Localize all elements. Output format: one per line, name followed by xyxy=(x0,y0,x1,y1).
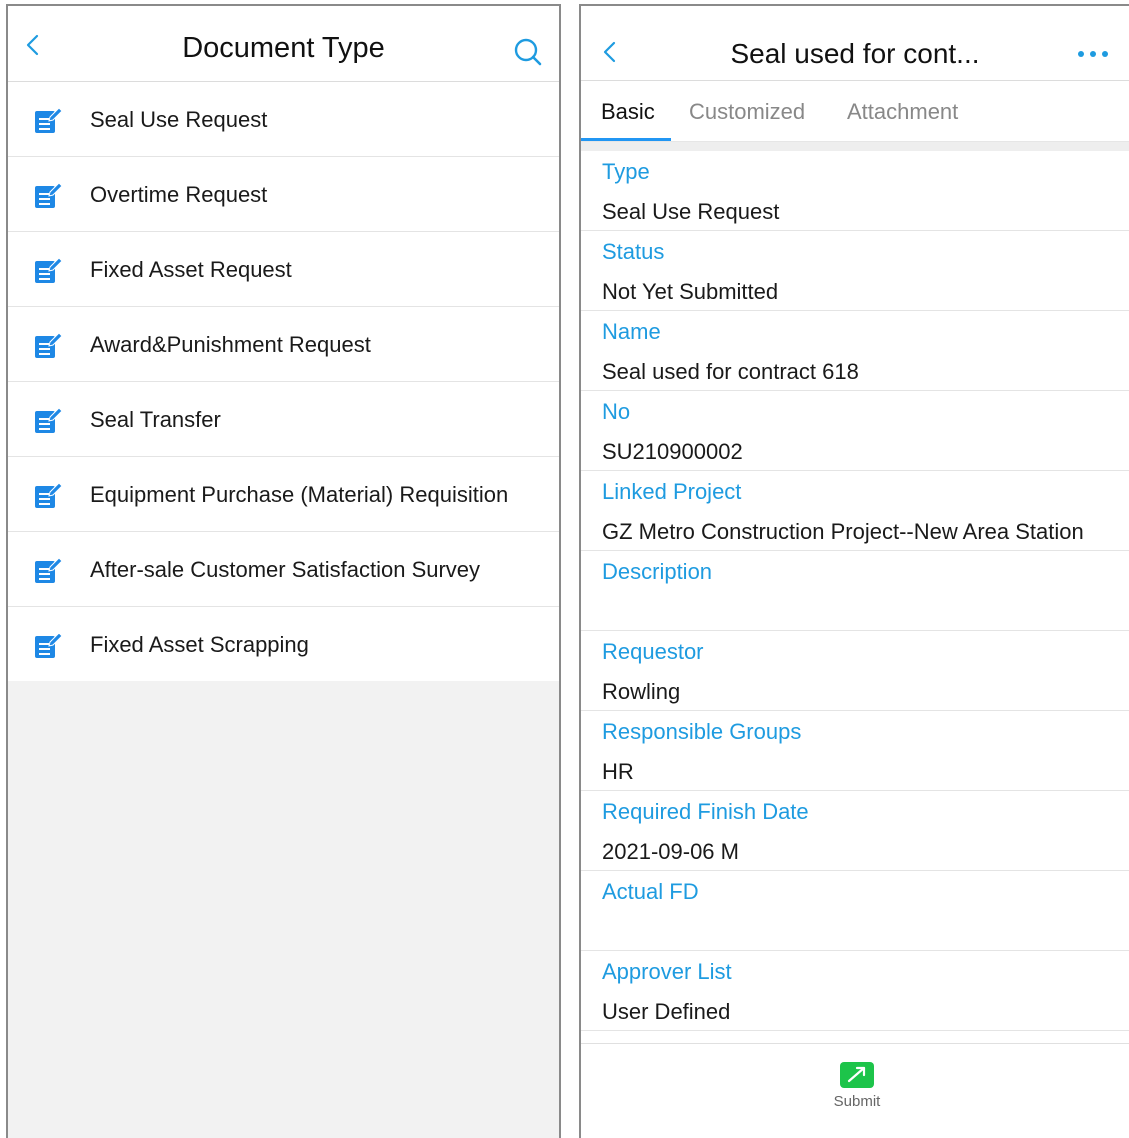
right-nav-bar: Seal used for cont... xyxy=(581,6,1129,81)
field-description[interactable]: Description xyxy=(581,551,1129,631)
document-detail-screen: Seal used for cont... Basic Customized A… xyxy=(579,4,1129,1138)
page-title: Seal used for cont... xyxy=(730,38,980,69)
document-edit-icon xyxy=(35,182,63,208)
field-label: Name xyxy=(602,319,661,344)
field-label: Status xyxy=(602,239,665,264)
document-type-item[interactable]: Award&Punishment Request xyxy=(8,307,559,382)
submit-button[interactable]: Submit xyxy=(817,1058,897,1118)
field-label: Actual FD xyxy=(602,879,699,904)
document-edit-icon xyxy=(35,482,63,508)
document-type-item[interactable]: Overtime Request xyxy=(8,157,559,232)
document-type-item[interactable]: Equipment Purchase (Material) Requisitio… xyxy=(8,457,559,532)
left-nav-bar: Document Type xyxy=(8,6,559,82)
submit-label: Submit xyxy=(833,1093,881,1110)
document-type-item[interactable]: Seal Transfer xyxy=(8,382,559,457)
document-type-label: Fixed Asset Scrapping xyxy=(90,632,309,657)
search-icon[interactable] xyxy=(513,37,543,67)
field-value: Rowling xyxy=(602,679,681,704)
field-label: Type xyxy=(602,159,650,184)
tab-basic[interactable]: Basic xyxy=(601,99,655,125)
section-divider xyxy=(581,141,1129,151)
document-edit-icon xyxy=(35,632,63,658)
empty-area xyxy=(8,681,559,1138)
document-type-item[interactable]: After-sale Customer Satisfaction Survey xyxy=(8,532,559,607)
field-value: HR xyxy=(602,759,634,784)
document-type-list: Seal Use Request Overtime Request Fixed … xyxy=(8,82,559,682)
field-linked-project[interactable]: Linked Project GZ Metro Construction Pro… xyxy=(581,471,1129,551)
document-type-item[interactable]: Seal Use Request xyxy=(8,82,559,157)
field-requestor[interactable]: Requestor Rowling xyxy=(581,631,1129,711)
field-label: Requestor xyxy=(602,639,704,664)
bottom-action-bar: Submit xyxy=(581,1043,1129,1138)
document-type-label: Fixed Asset Request xyxy=(90,257,292,282)
detail-fields: Type Seal Use Request Status Not Yet Sub… xyxy=(581,151,1129,1031)
document-type-label: After-sale Customer Satisfaction Survey xyxy=(90,557,481,582)
field-label: Responsible Groups xyxy=(602,719,802,744)
active-tab-indicator xyxy=(581,138,671,141)
document-edit-icon xyxy=(35,107,63,133)
tab-bar: Basic Customized Attachment xyxy=(581,81,1129,141)
field-label: Linked Project xyxy=(602,479,742,504)
field-value: 2021-09-06 M xyxy=(602,839,739,864)
document-edit-icon xyxy=(35,407,63,433)
document-type-label: Equipment Purchase (Material) Requisitio… xyxy=(90,482,509,507)
document-type-screen: Document Type Seal Use Request Overtime … xyxy=(6,4,561,1138)
tab-customized[interactable]: Customized xyxy=(689,99,805,125)
field-approver-list[interactable]: Approver List User Defined xyxy=(581,951,1129,1031)
field-status[interactable]: Status Not Yet Submitted xyxy=(581,231,1129,311)
field-value: SU210900002 xyxy=(602,439,743,464)
field-type[interactable]: Type Seal Use Request xyxy=(581,151,1129,231)
field-label: No xyxy=(602,399,631,424)
more-horizontal-icon[interactable] xyxy=(1075,44,1111,64)
document-edit-icon xyxy=(35,332,63,358)
chevron-left-icon[interactable] xyxy=(599,41,621,63)
field-value: Not Yet Submitted xyxy=(602,279,779,304)
page-title: Document Type xyxy=(182,32,385,64)
field-name[interactable]: Name Seal used for contract 618 xyxy=(581,311,1129,391)
field-label: Approver List xyxy=(602,959,732,984)
document-type-label: Seal Transfer xyxy=(90,407,221,432)
field-value: Seal Use Request xyxy=(602,199,780,224)
field-required-finish-date[interactable]: Required Finish Date 2021-09-06 M xyxy=(581,791,1129,871)
document-type-label: Award&Punishment Request xyxy=(90,332,371,357)
document-type-label: Seal Use Request xyxy=(90,107,268,132)
document-edit-icon xyxy=(35,557,63,583)
field-value: GZ Metro Construction Project--New Area … xyxy=(602,519,1084,544)
field-actual-fd[interactable]: Actual FD xyxy=(581,871,1129,951)
field-value: User Defined xyxy=(602,999,731,1024)
field-label: Description xyxy=(602,559,713,584)
submit-arrow-icon xyxy=(840,1062,874,1088)
field-value: Seal used for contract 618 xyxy=(602,359,859,384)
document-edit-icon xyxy=(35,257,63,283)
document-type-label: Overtime Request xyxy=(90,182,268,207)
document-type-item[interactable]: Fixed Asset Request xyxy=(8,232,559,307)
field-responsible-groups[interactable]: Responsible Groups HR xyxy=(581,711,1129,791)
document-type-item[interactable]: Fixed Asset Scrapping xyxy=(8,607,559,682)
field-no[interactable]: No SU210900002 xyxy=(581,391,1129,471)
tab-attachment[interactable]: Attachment xyxy=(847,99,958,125)
field-label: Required Finish Date xyxy=(602,799,809,824)
